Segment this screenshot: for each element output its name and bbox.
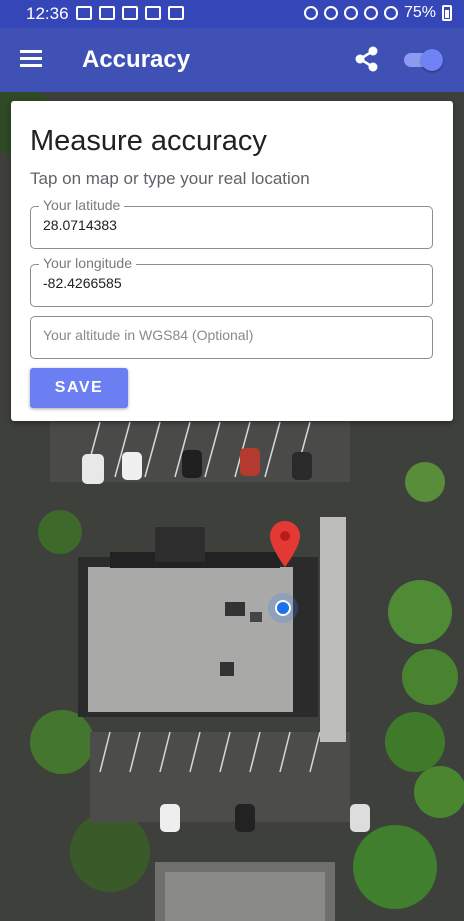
wifi-icon: [363, 6, 378, 20]
latitude-field[interactable]: Your latitude: [30, 197, 433, 249]
altitude-input[interactable]: [43, 327, 413, 343]
longitude-label: Your longitude: [39, 255, 137, 271]
news-icon: [168, 6, 184, 20]
status-time: 12:36: [26, 4, 69, 23]
app-title: Accuracy: [82, 46, 191, 73]
card-subtitle: Tap on map or type your real location: [30, 169, 310, 188]
app-bar: Accuracy: [0, 28, 464, 92]
current-location-icon: [268, 593, 298, 623]
tracking-toggle[interactable]: [404, 48, 446, 71]
gmail-icon: [99, 6, 115, 20]
location-icon: [323, 6, 338, 20]
longitude-input[interactable]: [43, 275, 413, 291]
longitude-field[interactable]: Your longitude: [30, 255, 433, 307]
save-button[interactable]: SAVE: [30, 368, 128, 408]
share-icon[interactable]: [352, 44, 382, 74]
location-marker-icon[interactable]: [270, 521, 300, 567]
altitude-field[interactable]: [30, 316, 433, 359]
system-icons: 75%: [303, 4, 452, 22]
status-bar: 12:36 75%: [0, 0, 464, 28]
signal-icon: [383, 6, 398, 20]
measure-accuracy-card: Measure accuracy Tap on map or type your…: [11, 101, 453, 421]
notification-icons: [76, 6, 184, 20]
latitude-input[interactable]: [43, 217, 413, 233]
alarm-icon: [303, 6, 318, 20]
battery-icon: [442, 5, 452, 21]
latitude-label: Your latitude: [39, 197, 125, 213]
image-icon: [145, 6, 161, 20]
gallery-icon: [122, 6, 138, 20]
volte-icon: [343, 6, 358, 20]
battery-percent: 75%: [403, 4, 436, 21]
hamburger-menu-icon[interactable]: [20, 49, 44, 69]
card-title: Measure accuracy: [30, 125, 267, 157]
hand-icon: [76, 6, 92, 20]
